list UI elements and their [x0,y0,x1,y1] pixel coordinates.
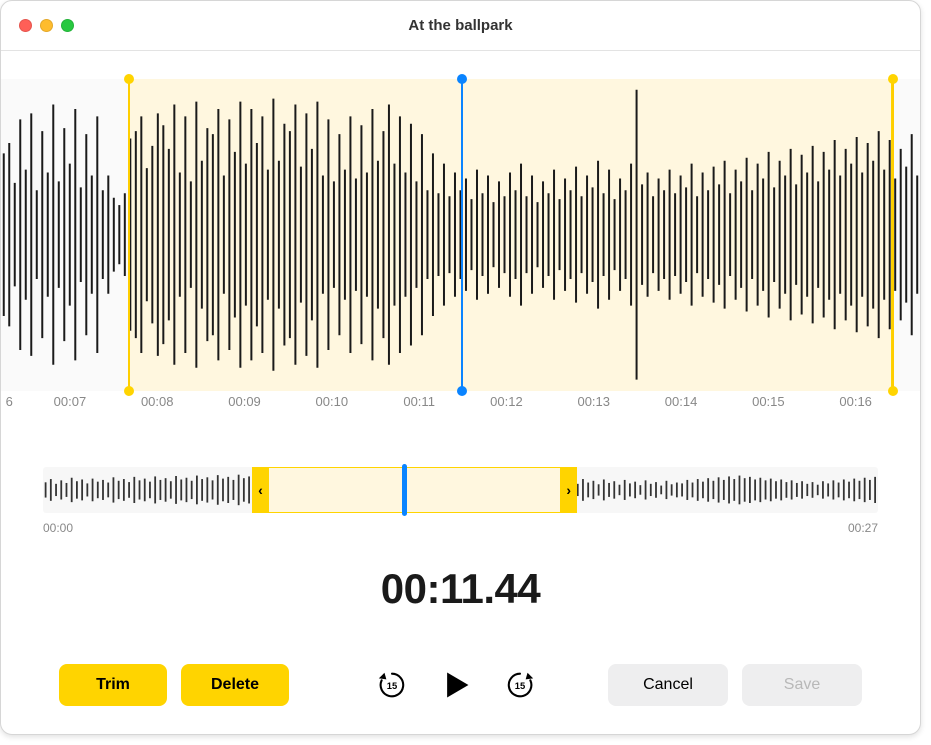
timeline-tick-partial: 6 [6,394,13,409]
overview-playhead[interactable] [402,464,407,516]
window-controls [19,19,74,32]
trim-handle-right[interactable] [892,79,894,391]
timeline-tick: 00:13 [577,394,610,409]
svg-text:15: 15 [514,680,524,691]
delete-button[interactable]: Delete [181,664,289,706]
titlebar: At the ballpark [1,1,920,51]
voice-memo-edit-window: At the ballpark 6 00:07 00:08 00:09 00:10 00… [0,0,921,735]
svg-text:15: 15 [386,680,396,691]
overview-time-labels: 00:00 00:27 [43,521,878,535]
timeline-tick: 00:12 [490,394,523,409]
timeline-tick: 00:16 [839,394,872,409]
overview-trim-range [268,467,560,513]
skip-forward-15-icon[interactable]: 15 [504,669,536,701]
close-window-button[interactable] [19,19,32,32]
timeline-tick: 00:07 [54,394,87,409]
recording-title: At the ballpark [1,17,920,34]
save-button[interactable]: Save [742,664,862,706]
overview-waveform[interactable]: ‹ › [43,467,878,513]
timeline-tick: 00:11 [403,394,435,409]
cancel-button[interactable]: Cancel [608,664,728,706]
overview-end-time: 00:27 [848,521,878,535]
play-button-icon[interactable] [440,669,472,701]
trim-button[interactable]: Trim [59,664,167,706]
skip-back-15-icon[interactable]: 15 [376,669,408,701]
timeline-tick: 00:15 [752,394,785,409]
current-time-display: 00:11.44 [1,565,920,613]
overview-trim-handle-left[interactable]: ‹ [252,467,268,513]
trim-handle-left[interactable] [128,79,130,391]
overview-trim-handle-right[interactable]: › [561,467,577,513]
detail-waveform[interactable]: 6 00:07 00:08 00:09 00:10 00:11 00:12 00:13 00:… [1,79,920,409]
edit-toolbar: Trim Delete 15 15 Cancel Save [1,664,920,706]
timeline-tick: 00:09 [228,394,261,409]
transport-controls: 15 15 [303,669,608,701]
timeline-tick: 00:14 [665,394,698,409]
overview-start-time: 00:00 [43,521,73,535]
minimize-window-button[interactable] [40,19,53,32]
timeline-tick: 00:10 [316,394,349,409]
zoom-window-button[interactable] [61,19,74,32]
timeline-ruler: 6 00:07 00:08 00:09 00:10 00:11 00:12 00:13 00:… [1,394,920,414]
playhead[interactable] [461,79,463,391]
timeline-tick: 00:08 [141,394,174,409]
